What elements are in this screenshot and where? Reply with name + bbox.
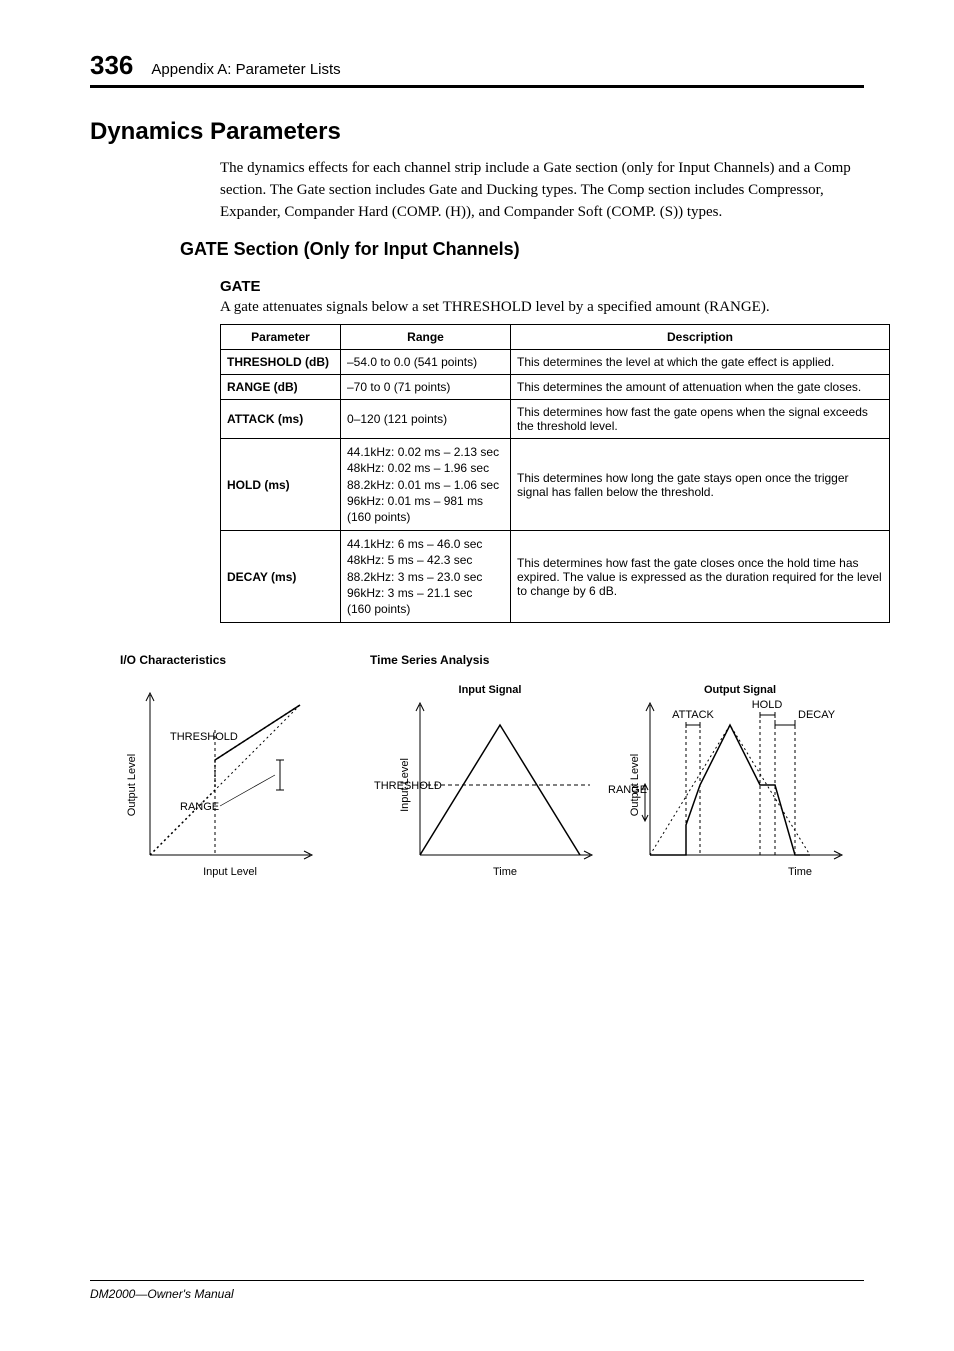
footer-text: DM2000—Owner's Manual xyxy=(90,1287,234,1301)
ts-chart-title: Time Series Analysis xyxy=(370,653,860,667)
label-input-level: Input Level xyxy=(203,866,257,878)
label-time2: Time xyxy=(788,866,812,878)
label-decay: DECAY xyxy=(798,709,836,721)
io-chart-svg: THRESHOLD RANGE Output Level Input Level xyxy=(120,675,340,895)
label-range2: RANGE xyxy=(608,784,647,796)
io-chart: I/O Characteristics THRESHOLD RANGE Outp… xyxy=(120,653,370,900)
param-name: THRESHOLD (dB) xyxy=(221,350,341,375)
param-range: –70 to 0 (71 points) xyxy=(341,375,511,400)
table-row: HOLD (ms) 44.1kHz: 0.02 ms – 2.13 sec48k… xyxy=(221,439,890,531)
table-row: DECAY (ms) 44.1kHz: 6 ms – 46.0 sec48kHz… xyxy=(221,531,890,623)
param-range: 0–120 (121 points) xyxy=(341,400,511,439)
ts-chart-svg: Input Signal THRESHOLD Input Level Time … xyxy=(370,675,860,895)
page-header: 336 Appendix A: Parameter Lists xyxy=(90,50,864,88)
param-desc: This determines the level at which the g… xyxy=(511,350,890,375)
charts-row: I/O Characteristics THRESHOLD RANGE Outp… xyxy=(120,653,864,900)
col-description: Description xyxy=(511,325,890,350)
label-threshold: THRESHOLD xyxy=(170,731,238,743)
header-text: Appendix A: Parameter Lists xyxy=(151,61,340,78)
footer: DM2000—Owner's Manual xyxy=(90,1280,864,1301)
ts-chart: Time Series Analysis Input Signal THRESH… xyxy=(370,653,860,900)
parameter-table: Parameter Range Description THRESHOLD (d… xyxy=(220,324,890,623)
section-title: Dynamics Parameters xyxy=(90,118,864,146)
table-row: THRESHOLD (dB) –54.0 to 0.0 (541 points)… xyxy=(221,350,890,375)
param-range: –54.0 to 0.0 (541 points) xyxy=(341,350,511,375)
page-number: 336 xyxy=(90,50,133,81)
table-row: RANGE (dB) –70 to 0 (71 points) This det… xyxy=(221,375,890,400)
label-output-signal: Output Signal xyxy=(704,684,776,696)
param-desc: This determines how fast the gate closes… xyxy=(511,531,890,623)
label-input-signal: Input Signal xyxy=(459,684,522,696)
io-chart-title: I/O Characteristics xyxy=(120,653,370,667)
param-desc: This determines the amount of attenuatio… xyxy=(511,375,890,400)
param-range: 44.1kHz: 0.02 ms – 2.13 sec48kHz: 0.02 m… xyxy=(341,439,511,531)
col-parameter: Parameter xyxy=(221,325,341,350)
table-header-row: Parameter Range Description xyxy=(221,325,890,350)
param-name: ATTACK (ms) xyxy=(221,400,341,439)
label-attack: ATTACK xyxy=(672,709,714,721)
gate-heading: GATE xyxy=(220,278,864,295)
subsection-heading: GATE Section (Only for Input Channels) xyxy=(180,239,864,260)
label-time1: Time xyxy=(493,866,517,878)
label-output-level2: Output Level xyxy=(629,754,641,816)
param-name: DECAY (ms) xyxy=(221,531,341,623)
param-name: RANGE (dB) xyxy=(221,375,341,400)
gate-description: A gate attenuates signals below a set TH… xyxy=(220,299,864,316)
param-name: HOLD (ms) xyxy=(221,439,341,531)
param-desc: This determines how long the gate stays … xyxy=(511,439,890,531)
param-desc: This determines how fast the gate opens … xyxy=(511,400,890,439)
table-row: ATTACK (ms) 0–120 (121 points) This dete… xyxy=(221,400,890,439)
label-output-level: Output Level xyxy=(126,754,138,816)
label-input-level2: Input Level xyxy=(399,758,411,812)
label-range: RANGE xyxy=(180,801,219,813)
col-range: Range xyxy=(341,325,511,350)
intro-paragraph: The dynamics effects for each channel st… xyxy=(220,158,864,223)
param-range: 44.1kHz: 6 ms – 46.0 sec48kHz: 5 ms – 42… xyxy=(341,531,511,623)
label-hold: HOLD xyxy=(752,699,783,711)
